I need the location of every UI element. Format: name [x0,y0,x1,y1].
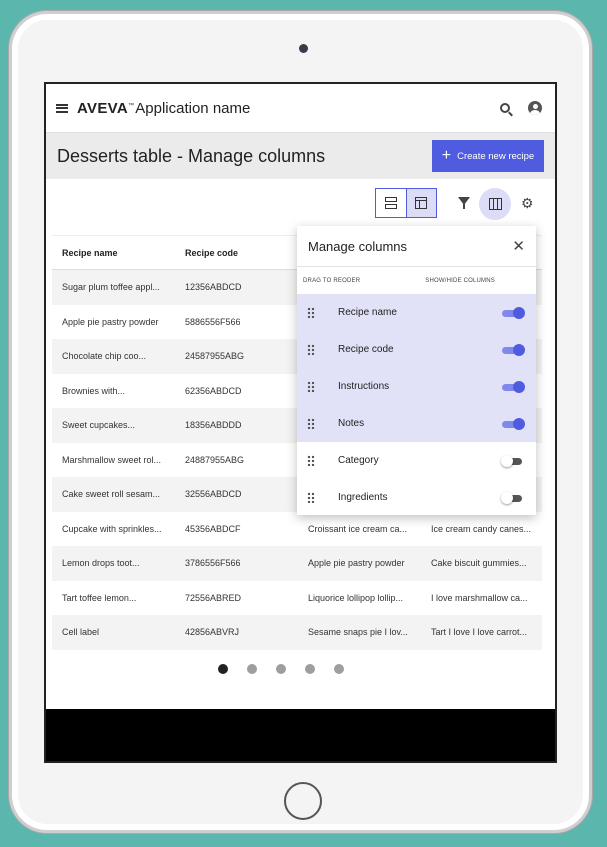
table-cell: Cell label [62,627,100,638]
column-item-label: Recipe code [338,344,394,355]
brand-logo: AVEVA™ [77,99,135,117]
account-icon[interactable] [528,101,542,115]
app-name: Application name [135,99,251,117]
page-dot[interactable] [333,664,344,674]
visibility-toggle[interactable] [501,491,524,504]
app-screen: AVEVA™ Application name Desserts table -… [44,82,557,763]
column-item-label: Ingredients [338,492,388,503]
table-cell: I love marshmallow ca... [431,592,528,603]
table-cell: Apple pie pastry powder [62,316,159,327]
panel-title: Manage columns [308,238,407,254]
column-item[interactable]: Instructions [297,368,536,405]
column-item-label: Notes [338,418,365,429]
drag-handle-icon[interactable] [307,307,315,318]
table-cell: Croissant ice cream ca... [308,523,408,534]
pagination [46,664,555,674]
drag-handle-icon[interactable] [307,455,315,466]
page-dot[interactable] [246,664,257,674]
column-item[interactable]: Notes [297,405,536,442]
table-cell: Lemon drops toot... [62,558,140,569]
table-cell: Sesame snaps pie I lov... [308,627,408,638]
close-icon[interactable]: ✕ [512,239,525,254]
drag-handle-icon[interactable] [307,418,315,429]
table-cell: 42856ABVRJ [185,627,240,638]
table-cell: 24887955ABG [185,454,245,465]
menu-icon[interactable] [56,103,68,113]
table-icon [415,197,428,209]
table-cell: Cupcake with sprinkles... [62,523,162,534]
plus-icon: + [441,147,452,164]
table-row[interactable]: Cell label 42856ABVRJ Sesame snaps pie I l… [52,615,542,650]
table-cell: Cake sweet roll sesam... [62,489,161,500]
rows-icon [384,197,397,209]
table-cell: Chocolate chip coo... [62,351,147,362]
table-cell: Sweet cupcakes... [62,420,136,431]
toggle-hint: SHOW/HIDE COLUMNS [425,277,495,284]
page-header: Desserts table - Manage columns + Create… [46,133,555,179]
table-row[interactable]: Tart toffee lemon... 72556ABRED Liquorice … [52,581,542,616]
table-cell: Sugar plum toffee appl... [62,282,160,293]
drag-handle-icon[interactable] [307,492,315,503]
table-row[interactable]: Lemon drops toot... 3786556F566 Apple pie … [52,546,542,581]
table-row[interactable]: Cupcake with sprinkles... 45356ABDCF Crois… [52,512,542,547]
column-item[interactable]: Recipe name [297,294,536,331]
column-item-label: Recipe name [338,307,397,318]
drag-handle-icon[interactable] [307,344,315,355]
drag-handle-icon[interactable] [307,381,315,392]
table-view-button[interactable] [405,189,436,217]
table-cell: 12356ABDCD [185,282,242,293]
home-button[interactable] [284,782,322,820]
table-cell: 62356ABDCD [185,385,242,396]
table-cell: Tart I love I love carrot... [431,627,528,638]
table-cell: 24587955ABG [185,351,245,362]
create-recipe-button[interactable]: + Create new recipe [432,140,544,172]
manage-columns-button[interactable] [479,188,511,220]
drag-hint: DRAG TO REODER [303,277,361,284]
panel-header: Manage columns ✕ [297,226,536,267]
column-item-label: Category [338,455,379,466]
create-recipe-label: Create new recipe [457,150,535,162]
column-item[interactable]: Category [297,442,536,479]
table-cell: 5886556F566 [185,316,241,327]
table-toolbar: ⚙ [46,188,555,228]
filter-icon[interactable] [458,197,470,209]
visibility-toggle[interactable] [502,306,525,319]
page-title: Desserts table - Manage columns [57,145,326,166]
table-cell: 18356ABDDD [185,420,242,431]
table-cell: Ice cream candy canes... [431,523,532,534]
visibility-toggle[interactable] [502,343,525,356]
visibility-toggle[interactable] [502,417,525,430]
visibility-toggle[interactable] [502,380,525,393]
column-item[interactable]: Ingredients [297,479,536,516]
column-header[interactable]: Recipe name [52,248,175,258]
page-dot[interactable] [275,664,286,674]
camera-icon [299,44,308,53]
panel-subheader: DRAG TO REODER SHOW/HIDE COLUMNS [297,267,536,294]
gear-icon[interactable]: ⚙ [521,196,534,210]
column-item[interactable]: Recipe code [297,331,536,368]
row-view-button[interactable] [376,189,406,217]
table-cell: 32556ABDCD [185,489,242,500]
table-cell: 3786556F566 [185,558,241,569]
column-list: Recipe name Recipe code Instructions Notes C… [297,294,536,516]
table-cell: 45356ABDCF [185,523,241,534]
table-cell: Tart toffee lemon... [62,592,137,603]
column-header[interactable]: Recipe code [175,248,298,258]
search-icon[interactable] [500,103,510,113]
page-dot[interactable] [217,664,228,674]
column-item-label: Instructions [338,381,390,392]
bottom-bar [46,709,555,761]
view-toggle [375,188,437,218]
table-cell: Brownies with... [62,385,126,396]
columns-icon [488,198,502,210]
visibility-toggle[interactable] [501,454,524,467]
app-bar: AVEVA™ Application name [46,84,555,133]
table-cell: Marshmallow sweet rol... [62,454,162,465]
table-cell: Apple pie pastry powder [308,558,405,569]
table-cell: 72556ABRED [185,592,242,603]
page-dot[interactable] [304,664,315,674]
table-cell: Liquorice lollipop lollip... [308,592,404,603]
manage-columns-panel: Manage columns ✕ DRAG TO REODER SHOW/HID… [297,226,536,515]
table-cell: Cake biscuit gummies... [431,558,527,569]
